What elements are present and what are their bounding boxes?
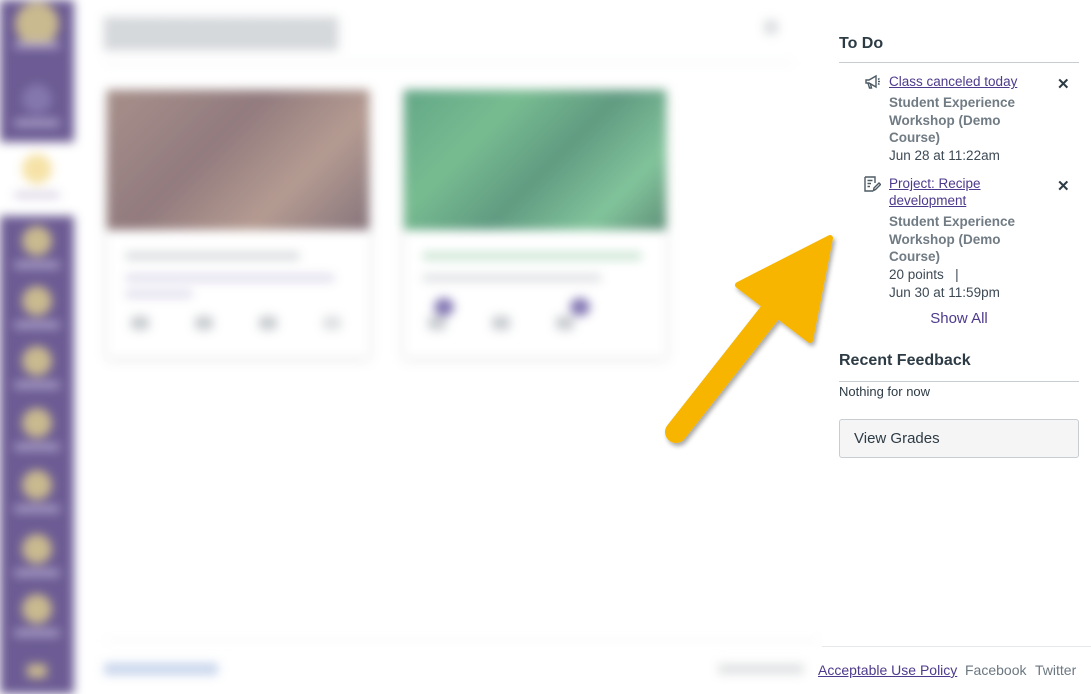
todo-item-course: Student Experience Workshop (Demo Course… bbox=[889, 214, 1016, 264]
todo-item: Class canceled today Student Experience … bbox=[839, 73, 1079, 168]
assignment-icon bbox=[863, 175, 882, 193]
todo-item-points: 20 points | bbox=[889, 266, 959, 284]
feedback-divider bbox=[839, 381, 1079, 382]
todo-item-date: Jun 30 at 11:59pm bbox=[889, 285, 1000, 300]
view-grades-button[interactable]: View Grades bbox=[839, 419, 1079, 458]
footer-link-acceptable-use[interactable]: Acceptable Use Policy bbox=[818, 662, 957, 678]
dismiss-close-icon[interactable]: ✕ bbox=[1057, 75, 1070, 93]
recent-feedback-empty: Nothing for now bbox=[839, 384, 931, 399]
view-grades-label: View Grades bbox=[854, 430, 940, 447]
todo-item-title-link[interactable]: Project: Recipe development bbox=[889, 175, 1039, 209]
show-all-link[interactable]: Show All bbox=[839, 310, 1079, 327]
points-value: 20 points bbox=[889, 267, 944, 282]
announcement-icon bbox=[863, 73, 881, 91]
blurred-dashboard: ▆▆▆▆▆▆▆▆ bbox=[0, 0, 822, 694]
meta-separator: | bbox=[955, 267, 959, 282]
todo-item-course: Student Experience Workshop (Demo Course… bbox=[889, 95, 1016, 145]
todo-divider bbox=[839, 62, 1079, 63]
footer-link-twitter[interactable]: Twitter bbox=[1035, 662, 1076, 678]
todo-item-date: Jun 28 at 11:22am bbox=[889, 148, 1000, 163]
todo-item-title-link[interactable]: Class canceled today bbox=[889, 73, 1039, 90]
todo-heading: To Do bbox=[839, 35, 884, 52]
footer-link-facebook[interactable]: Facebook bbox=[965, 662, 1026, 678]
todo-item: Project: Recipe development Student Expe… bbox=[839, 175, 1079, 305]
dismiss-close-icon[interactable]: ✕ bbox=[1057, 177, 1070, 195]
recent-feedback-heading: Recent Feedback bbox=[839, 352, 971, 369]
